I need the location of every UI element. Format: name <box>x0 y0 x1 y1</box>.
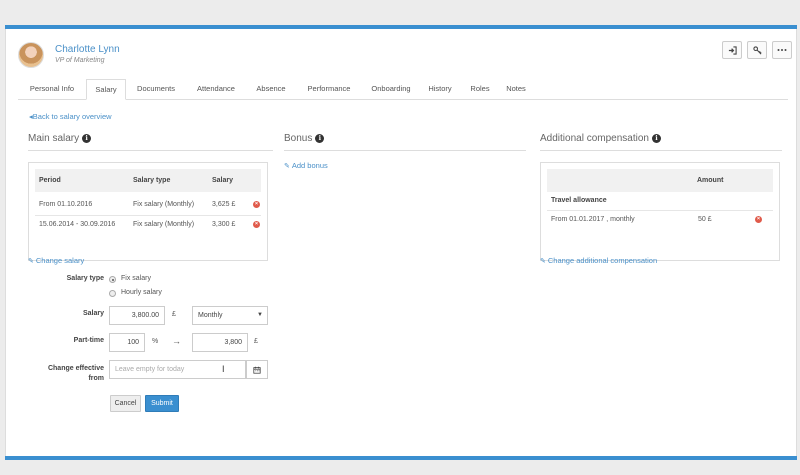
change-effective-from-label: Change effective from <box>47 365 104 382</box>
delete-icon[interactable]: × <box>253 221 260 228</box>
fix-salary-label[interactable]: Fix salary <box>121 275 151 282</box>
delete-icon[interactable]: × <box>755 216 762 223</box>
frequency-select[interactable]: Monthly ▼ <box>192 306 268 325</box>
part-time-label: Part-time <box>73 337 104 344</box>
avatar <box>18 42 44 68</box>
more-icon <box>777 49 787 51</box>
info-icon: i <box>315 134 325 143</box>
back-to-salary-overview-link[interactable]: ◂Back to salary overview <box>29 112 112 121</box>
submit-button[interactable]: Submit <box>145 395 179 412</box>
login-button[interactable] <box>722 41 742 59</box>
divider <box>28 150 273 151</box>
calendar-button[interactable] <box>246 360 268 379</box>
info-icon: i <box>82 134 92 143</box>
salary-type-label: Salary type <box>66 275 104 282</box>
part-time-input[interactable]: 100 <box>109 333 145 352</box>
change-additional-compensation-link[interactable]: ✎ Change additional compensation <box>540 256 657 265</box>
more-button[interactable] <box>772 41 792 59</box>
pencil-icon: ✎ <box>28 258 34 265</box>
column-header-salary-type: Salary type <box>133 177 171 184</box>
period-cell: From 01.10.2016 <box>39 201 93 208</box>
salary-type-cell: Fix salary (Monthly) <box>133 221 195 228</box>
divider <box>547 210 773 211</box>
period-cell: From 01.01.2017 , monthly <box>551 216 635 223</box>
travel-allowance-label: Travel allowance <box>551 197 607 204</box>
delete-icon[interactable]: × <box>253 201 260 208</box>
salary-cell: 3,300 £ <box>212 221 236 228</box>
percent-label: % <box>152 338 159 345</box>
effective-date-input[interactable]: Leave empty for today I <box>109 360 246 379</box>
tab-bar: Personal Info Salary Documents Attendanc… <box>18 79 788 100</box>
hourly-salary-label[interactable]: Hourly salary <box>121 289 162 296</box>
arrow-right-icon: → <box>172 336 181 346</box>
pencil-icon: ✎ <box>284 163 290 170</box>
table-header: Period Salary type Salary <box>35 169 261 192</box>
column-header-salary: Salary <box>212 177 234 184</box>
additional-compensation-heading: Additional compensation i <box>540 133 661 144</box>
salary-amount-input[interactable]: 3,800.00 <box>109 306 165 325</box>
tab-notes[interactable]: Notes <box>500 79 532 100</box>
info-icon: i <box>651 134 661 143</box>
employee-name[interactable]: Charlotte Lynn <box>55 44 120 55</box>
bonus-heading: Bonus i <box>284 133 325 144</box>
caret-down-icon: ▼ <box>257 312 263 318</box>
tab-onboarding[interactable]: Onboarding <box>364 79 418 100</box>
employee-card: Charlotte Lynn VP of Marketing Personal … <box>5 29 797 456</box>
hourly-salary-radio[interactable] <box>109 290 116 297</box>
currency-label: £ <box>254 338 258 345</box>
bottom-accent-bar <box>5 456 797 460</box>
cancel-button[interactable]: Cancel <box>110 395 141 412</box>
tab-salary[interactable]: Salary <box>86 79 126 100</box>
divider <box>284 150 526 151</box>
employee-title: VP of Marketing <box>55 57 105 64</box>
key-icon <box>752 45 761 54</box>
salary-cell: 3,625 £ <box>212 201 236 208</box>
tab-absence[interactable]: Absence <box>248 79 294 100</box>
tab-performance[interactable]: Performance <box>298 79 360 100</box>
calendar-icon <box>253 366 261 374</box>
period-cell: 15.06.2014 - 30.09.2016 <box>39 221 116 228</box>
tab-attendance[interactable]: Attendance <box>186 79 246 100</box>
login-icon <box>728 45 737 55</box>
tab-personal-info[interactable]: Personal Info <box>18 79 86 100</box>
change-salary-link[interactable]: ✎ Change salary <box>28 256 84 265</box>
add-bonus-link[interactable]: ✎ Add bonus <box>284 161 328 170</box>
pencil-icon: ✎ <box>540 258 546 265</box>
tab-documents[interactable]: Documents <box>128 79 184 100</box>
tab-history[interactable]: History <box>422 79 458 100</box>
divider <box>35 215 261 216</box>
main-salary-table: Period Salary type Salary From 01.10.201… <box>28 162 268 261</box>
fix-salary-radio[interactable] <box>109 276 116 283</box>
divider <box>540 150 782 151</box>
key-button[interactable] <box>747 41 767 59</box>
tab-roles[interactable]: Roles <box>464 79 496 100</box>
salary-label: Salary <box>82 310 104 317</box>
main-salary-heading: Main salary i <box>28 133 92 144</box>
table-header: Amount <box>547 169 773 192</box>
text-cursor-icon: I <box>222 364 225 374</box>
currency-label: £ <box>172 311 176 318</box>
additional-compensation-table: Amount Travel allowance From 01.01.2017 … <box>540 162 780 261</box>
column-header-period: Period <box>39 177 61 184</box>
salary-type-cell: Fix salary (Monthly) <box>133 201 195 208</box>
column-header-amount: Amount <box>697 177 724 184</box>
amount-cell: 50 £ <box>698 216 712 223</box>
computed-salary-input[interactable]: 3,800 <box>192 333 248 352</box>
